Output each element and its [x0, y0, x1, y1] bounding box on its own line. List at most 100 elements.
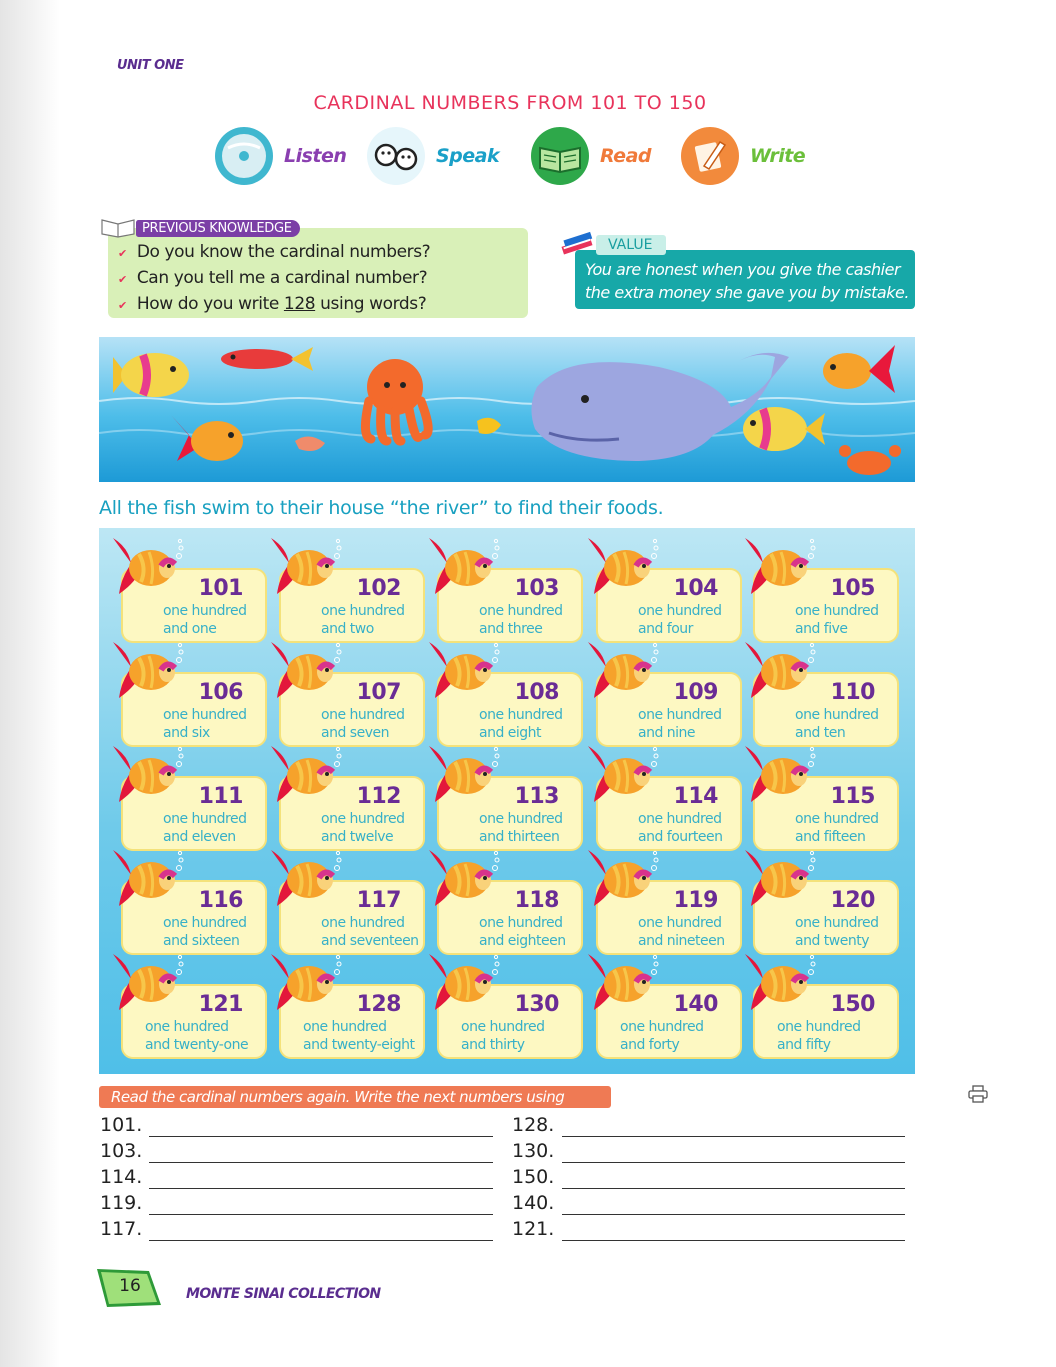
check-icon: ✔ — [118, 299, 127, 312]
card-words-line1: one hundred — [145, 1019, 229, 1035]
goldfish-icon — [271, 642, 342, 698]
answer-line[interactable] — [149, 1214, 493, 1215]
goldfish-icon — [113, 538, 184, 594]
card-words-line1: one hundred — [461, 1019, 545, 1035]
card-words-line2: and five — [795, 621, 848, 637]
card-number: 104 — [673, 576, 719, 601]
skill-speak: Speak — [366, 126, 500, 186]
check-icon: ✔ — [118, 247, 127, 260]
skill-write-label: Write — [750, 145, 806, 167]
exercise-number-label: 117. — [100, 1218, 143, 1240]
card-words-line1: one hundred — [321, 811, 405, 827]
exercise-number-label: 128. — [512, 1114, 555, 1136]
exercise-instruction: Read the cardinal numbers again. Write t… — [99, 1086, 611, 1128]
card-number: 108 — [514, 680, 560, 705]
card-words-line1: one hundred — [321, 707, 405, 723]
goldfish-icon — [271, 538, 342, 594]
card-number: 114 — [673, 784, 719, 809]
card-words-line2: and nine — [638, 725, 696, 741]
card-words-line2: and fifteen — [795, 829, 866, 845]
goldfish-icon — [588, 642, 659, 698]
card-words-line1: one hundred — [321, 603, 405, 619]
card-words-line2: and three — [479, 621, 543, 637]
card-number: 106 — [198, 680, 244, 705]
list-item: ✔ Can you tell me a cardinal number? — [118, 268, 428, 288]
card-words-line2: and sixteen — [163, 933, 240, 949]
goldfish-icon — [588, 954, 659, 1010]
card-number: 109 — [673, 680, 719, 705]
card-words-line2: and two — [321, 621, 374, 637]
card-number: 128 — [356, 992, 402, 1017]
card-words-line1: one hundred — [479, 603, 563, 619]
previous-knowledge-tag: PREVIOUS KNOWLEDGE — [136, 220, 300, 237]
page-edge-shadow — [0, 0, 60, 1367]
goldfish-icon — [429, 954, 500, 1010]
value-text: You are honest when you give the cashier… — [585, 260, 909, 302]
card-number: 101 — [198, 576, 244, 601]
card-words-line2: and twenty-eight — [303, 1037, 415, 1053]
cd-icon — [215, 127, 273, 185]
goldfish-icon — [429, 642, 500, 698]
card-words-line2: and four — [638, 621, 693, 637]
card-number: 140 — [673, 992, 719, 1017]
answer-line[interactable] — [562, 1240, 905, 1241]
goldfish-icon — [745, 642, 816, 698]
answer-line[interactable] — [149, 1162, 493, 1163]
card-words-line1: one hundred — [303, 1019, 387, 1035]
card-words-line1: one hundred — [777, 1019, 861, 1035]
card-words-line2: and forty — [620, 1037, 680, 1053]
exercise-number-label: 103. — [100, 1140, 143, 1162]
previous-knowledge-list: ✔ Do you know the cardinal numbers? ✔ Can … — [118, 240, 431, 318]
goldfish-icon — [429, 850, 500, 906]
unit-label: UNIT ONE — [117, 58, 184, 73]
goldfish-icon — [745, 746, 816, 802]
goldfish-icon — [588, 746, 659, 802]
answer-line[interactable] — [562, 1214, 905, 1215]
river-number-grid: 101 one hundred and one 102 one hundred and t… — [99, 528, 915, 1074]
answer-line[interactable] — [562, 1162, 905, 1163]
exercise-number-label: 101. — [100, 1114, 143, 1136]
goldfish-icon — [429, 538, 500, 594]
skill-read-label: Read — [600, 145, 652, 167]
goldfish-icon — [588, 538, 659, 594]
page-title: CARDINAL NUMBERS FROM 101 TO 150 — [313, 92, 707, 114]
collection-name: MONTE SINAI COLLECTION — [186, 1286, 381, 1302]
answer-line[interactable] — [149, 1188, 493, 1189]
card-number: 117 — [356, 888, 402, 913]
card-words-line1: one hundred — [795, 811, 879, 827]
exercise-number-label: 140. — [512, 1192, 555, 1214]
speech-faces-icon — [367, 127, 425, 185]
exercise-number-label: 114. — [100, 1166, 143, 1188]
card-words-line1: one hundred — [620, 1019, 704, 1035]
card-number: 107 — [356, 680, 402, 705]
card-words-line1: one hundred — [163, 811, 247, 827]
goldfish-icon — [113, 642, 184, 698]
card-number: 103 — [514, 576, 560, 601]
card-words-line1: one hundred — [321, 915, 405, 931]
goldfish-icon — [745, 538, 816, 594]
book-icon — [531, 127, 589, 185]
card-words-line1: one hundred — [163, 915, 247, 931]
card-words-line1: one hundred — [479, 915, 563, 931]
card-words-line1: one hundred — [795, 915, 879, 931]
books-icon — [561, 231, 593, 255]
goldfish-icon — [271, 850, 342, 906]
card-number: 111 — [198, 784, 244, 809]
card-words-line1: one hundred — [638, 603, 722, 619]
answer-line[interactable] — [562, 1188, 905, 1189]
card-words-line2: and one — [163, 621, 217, 637]
answer-line[interactable] — [562, 1136, 905, 1137]
skill-speak-label: Speak — [436, 145, 500, 167]
card-words-line1: one hundred — [638, 811, 722, 827]
card-words-line2: and seven — [321, 725, 389, 741]
printer-icon[interactable] — [968, 1085, 988, 1103]
goldfish-icon — [745, 954, 816, 1010]
card-words-line1: one hundred — [479, 707, 563, 723]
answer-line[interactable] — [149, 1136, 493, 1137]
goldfish-icon — [113, 954, 184, 1010]
goldfish-icon — [429, 746, 500, 802]
card-number: 118 — [514, 888, 560, 913]
answer-line[interactable] — [149, 1240, 493, 1241]
goldfish-icon — [271, 954, 342, 1010]
card-words-line1: one hundred — [638, 915, 722, 931]
